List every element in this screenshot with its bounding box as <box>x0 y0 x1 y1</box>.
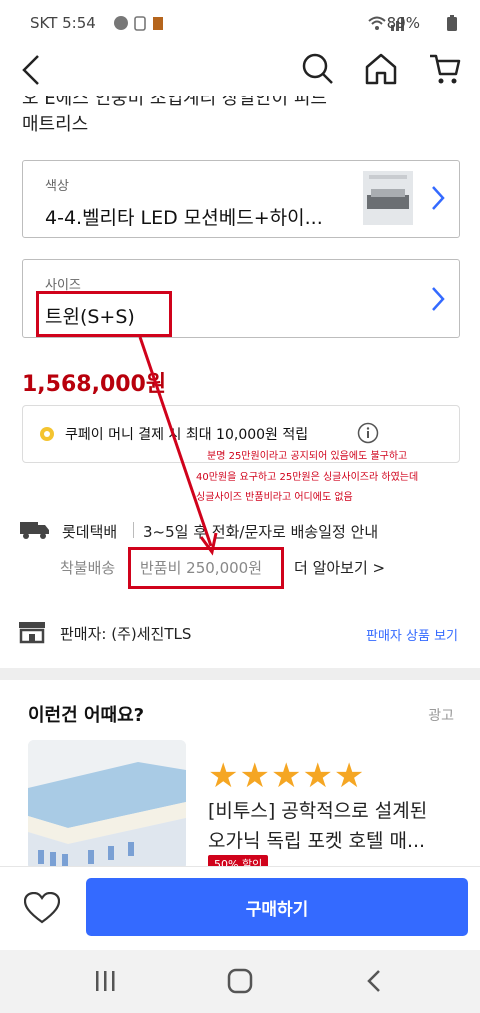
heart-icon[interactable] <box>23 891 61 928</box>
shipping-type: 착불배송 <box>60 559 116 577</box>
battery-icon <box>446 14 458 36</box>
recommend-product-image[interactable] <box>28 740 186 870</box>
shipping-carrier: 롯데택배 <box>62 523 118 541</box>
return-fee-highlight-box <box>128 547 284 589</box>
seller-name: 판매자: (주)세진TLS <box>60 625 192 643</box>
product-title-line1: 오 E에스 인중비 조업계리 장일안이 피드 <box>22 96 327 109</box>
back-nav-icon[interactable] <box>366 969 382 997</box>
status-carrier-time: SKT 5:54 <box>30 14 96 32</box>
product-title: 오 E에스 인중비 조업계리 장일안이 피드 매트리스 <box>0 96 480 146</box>
recommend-product-name-line1[interactable]: [비투스] 공학적으로 설계된 <box>208 796 427 823</box>
store-icon <box>18 620 46 648</box>
home-nav-icon[interactable] <box>227 968 253 998</box>
annotation-line-2: 40만원을 요구하고 25만원은 싱글사이즈라 하였는데 <box>196 472 419 483</box>
annotation-line-1: 분명 25만원이라고 공지되어 있음에도 불구하고 <box>207 451 408 462</box>
learn-more-link[interactable]: 더 알아보기 > <box>294 557 385 578</box>
top-header <box>0 44 480 96</box>
back-arrow-icon[interactable] <box>20 54 42 90</box>
product-title-line2: 매트리스 <box>22 114 89 135</box>
color-option-label: 색상 <box>45 179 69 194</box>
size-highlight-box <box>36 291 172 337</box>
shipping-schedule: 3~5일 후 전화/문자로 배송일정 안내 <box>143 523 379 541</box>
coin-icon <box>39 426 55 446</box>
color-option-thumbnail <box>363 171 413 225</box>
recent-apps-icon[interactable] <box>94 970 116 996</box>
info-icon[interactable] <box>357 422 379 448</box>
truck-icon <box>20 520 50 544</box>
status-notification-icons <box>113 14 167 36</box>
system-nav-bar <box>0 950 480 1013</box>
coupay-reward-text: 쿠페이 머니 결제 시 최대 10,000원 적립 <box>65 427 309 443</box>
recommend-product-name-line2[interactable]: 오가닉 독립 포켓 호텔 매... <box>208 826 425 853</box>
battery-percent: 89% <box>386 14 420 32</box>
buy-button-label: 구매하기 <box>245 899 309 920</box>
chevron-right-icon <box>431 286 445 316</box>
buy-button[interactable]: 구매하기 <box>86 878 468 936</box>
product-price: 1,568,000원 <box>22 372 167 397</box>
cart-icon[interactable] <box>428 52 462 90</box>
search-icon[interactable] <box>300 52 334 90</box>
recommend-title: 이런건 어때요? <box>28 705 145 726</box>
home-icon[interactable] <box>364 52 398 90</box>
status-bar: SKT 5:54 89% <box>0 0 480 44</box>
color-option-selector[interactable]: 색상 4-4.벨리타 LED 모션베드+하이... <box>22 160 460 238</box>
seller-products-link[interactable]: 판매자 상품 보기 <box>366 625 458 644</box>
divider <box>133 522 134 538</box>
section-divider <box>0 668 480 680</box>
ad-label: 광고 <box>428 708 454 724</box>
rating-stars: ★★★★★ <box>208 756 366 796</box>
annotation-line-3: 싱글사이즈 반품비라고 어디에도 없음 <box>196 492 353 503</box>
color-option-value: 4-4.벨리타 LED 모션베드+하이... <box>45 207 323 229</box>
chevron-right-icon <box>431 185 445 215</box>
